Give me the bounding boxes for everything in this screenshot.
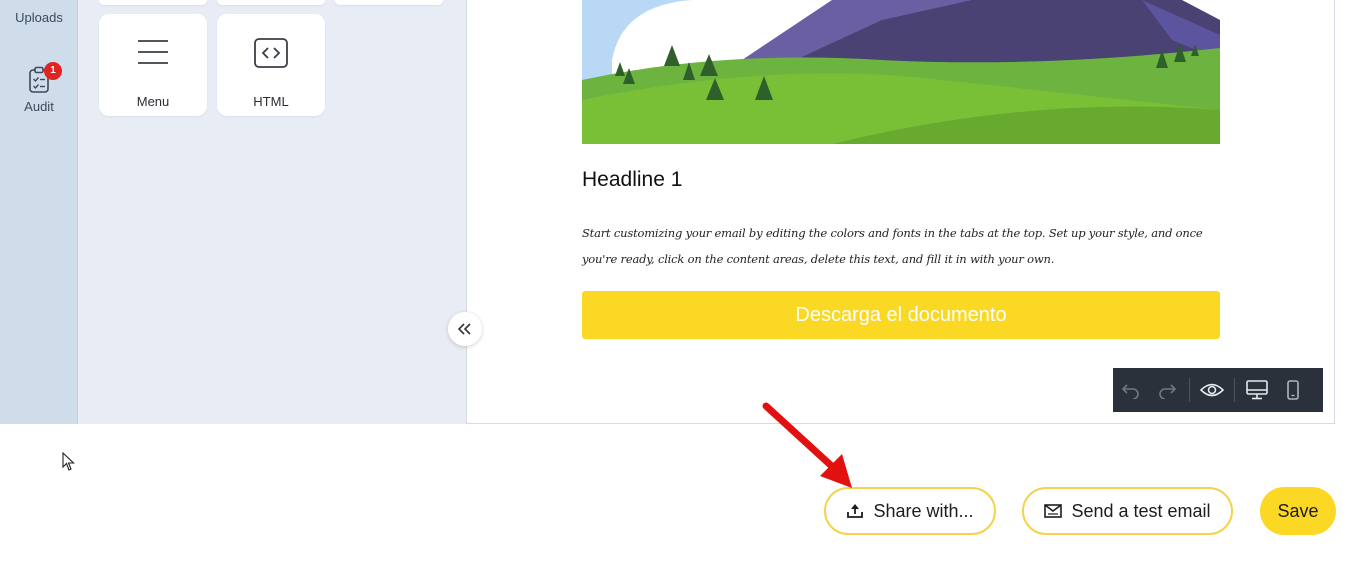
mouse-cursor-icon xyxy=(62,452,75,471)
undo-icon xyxy=(1121,384,1139,399)
redo-icon xyxy=(1159,384,1177,399)
content-blocks-panel: Menu HTML xyxy=(78,0,466,424)
send-test-email-button[interactable]: Send a test email xyxy=(1022,487,1233,535)
desktop-view-button[interactable] xyxy=(1239,368,1275,412)
mobile-icon xyxy=(1287,380,1299,400)
mountain-landscape-illustration xyxy=(582,0,1220,144)
editor-toolbar xyxy=(1113,368,1323,412)
preview-button[interactable] xyxy=(1194,368,1230,412)
share-with-button[interactable]: Share with... xyxy=(824,487,996,535)
mobile-view-button[interactable] xyxy=(1275,368,1311,412)
rail-uploads-label: Uploads xyxy=(15,10,63,25)
double-chevron-left-icon xyxy=(458,323,471,335)
side-rail: Uploads 1 Audit xyxy=(0,0,78,424)
email-body-text[interactable]: Start customizing your email by editing … xyxy=(582,220,1212,272)
envelope-icon xyxy=(1044,504,1063,518)
send-test-email-label: Send a test email xyxy=(1071,500,1211,521)
save-label: Save xyxy=(1277,500,1319,521)
save-button[interactable]: Save xyxy=(1260,487,1336,535)
code-brackets-icon xyxy=(254,38,288,68)
audit-badge: 1 xyxy=(44,62,62,80)
rail-item-uploads[interactable]: Uploads xyxy=(0,0,78,25)
block-tile-html[interactable]: HTML xyxy=(217,14,325,116)
hamburger-menu-icon xyxy=(138,40,168,64)
block-html-label: HTML xyxy=(253,94,289,109)
eye-icon xyxy=(1200,383,1224,397)
desktop-icon xyxy=(1246,380,1268,400)
annotation-arrow xyxy=(762,402,852,488)
block-tile-partial[interactable] xyxy=(99,0,207,5)
redo-button[interactable] xyxy=(1149,368,1185,412)
rail-item-audit[interactable]: 1 Audit xyxy=(0,62,78,114)
share-with-label: Share with... xyxy=(873,500,974,521)
rail-audit-label: Audit xyxy=(24,99,54,114)
cta-button[interactable]: Descarga el documento xyxy=(582,291,1220,339)
share-upload-icon xyxy=(846,503,864,519)
collapse-panel-button[interactable] xyxy=(448,312,482,346)
block-menu-label: Menu xyxy=(136,94,170,109)
block-tile-partial[interactable] xyxy=(335,0,443,5)
undo-button[interactable] xyxy=(1113,368,1149,412)
block-tile-partial[interactable] xyxy=(217,0,325,5)
email-headline[interactable]: Headline 1 xyxy=(582,168,682,192)
block-tile-menu[interactable]: Menu xyxy=(99,14,207,116)
toolbar-divider xyxy=(1189,378,1190,402)
hero-image[interactable] xyxy=(582,0,1220,144)
toolbar-divider xyxy=(1234,378,1235,402)
upload-cloud-icon xyxy=(22,0,56,10)
